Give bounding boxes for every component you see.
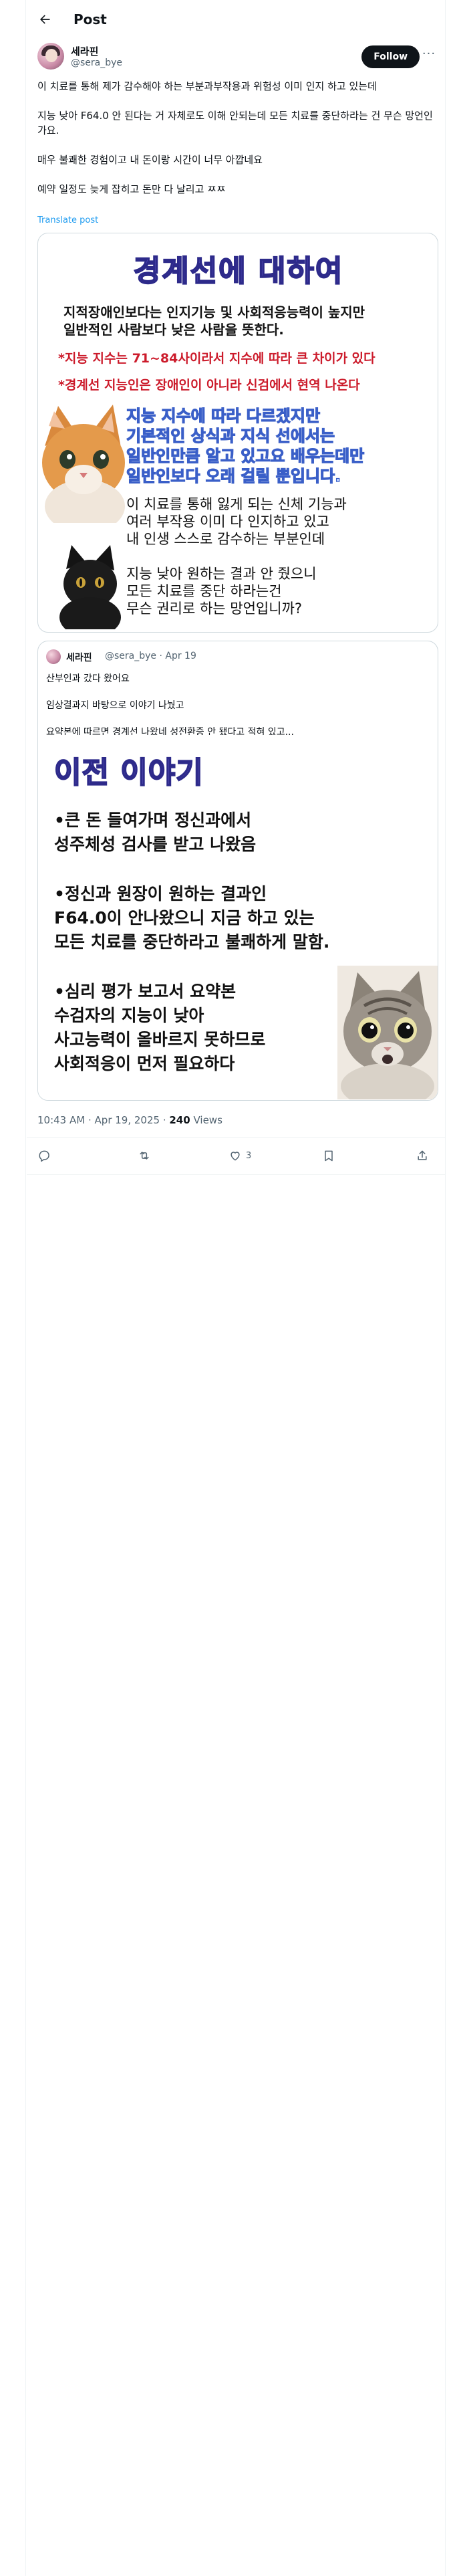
- divider: [27, 1137, 445, 1138]
- quoted-author-name: 세라핀: [66, 653, 92, 663]
- image-text-line: 지능 낮아 원하는 결과 안 줬으니: [126, 566, 317, 582]
- tweet-image[interactable]: 경계선에 대하여 지적장애인보다는 인지기능 및 사회적응능력이 높지만 일반적…: [37, 233, 438, 633]
- quoted-tweet[interactable]: 세라핀 @sera_bye · Apr 19 산부인과 갔다 왔어요 임상결과지…: [37, 641, 438, 1101]
- tweet-paragraph: 지능 낮아 F64.0 안 된다는 거 자체로도 이해 안되는데 모든 치료를 …: [37, 110, 433, 136]
- image-text-line: 모든 치료를 중단 하라는건: [126, 583, 282, 599]
- image-text-line: 여러 부작용 이미 다 인지하고 있고: [126, 514, 329, 530]
- bullet-line: 성주체성 검사를 받고 나왔음: [54, 835, 257, 854]
- avatar[interactable]: [37, 43, 64, 70]
- bookmark-button[interactable]: [322, 1142, 335, 1169]
- image-line: 일반적인 사람보다 낮은 사람을 뜻한다.: [63, 322, 284, 338]
- right-rail-border: [445, 0, 446, 2576]
- image-text-line: 무슨 권리로 하는 망언입니까?: [126, 601, 303, 617]
- repost-button[interactable]: [138, 1142, 151, 1169]
- view-count: 240: [169, 1114, 190, 1126]
- author-handle[interactable]: @sera_bye: [71, 58, 122, 68]
- quoted-paragraph: 산부인과 갔다 왔어요: [46, 673, 130, 684]
- left-rail-border: [25, 0, 26, 2576]
- image-line: 지적장애인보다는 인지기능 및 사회적응능력이 높지만: [63, 304, 365, 320]
- meta-separator: ·: [88, 1114, 95, 1126]
- follow-button[interactable]: Follow: [361, 45, 420, 68]
- bookmark-icon: [325, 1150, 333, 1162]
- bullet-line: •정신과 원장이 원하는 결과인: [54, 884, 267, 903]
- author-row: 세라핀 @sera_bye Follow ···: [37, 43, 438, 72]
- top-header: Post: [27, 0, 445, 39]
- back-arrow-icon: [40, 15, 50, 24]
- translate-link[interactable]: Translate post: [37, 215, 98, 225]
- image-outline-line: 일반인만큼 알고 있고요 배우는데만: [126, 446, 365, 465]
- quoted-author-meta: @sera_bye · Apr 19: [105, 651, 196, 661]
- post-meta: 10:43 AM · Apr 19, 2025 · 240 Views: [37, 1114, 222, 1126]
- reply-button[interactable]: [37, 1142, 51, 1169]
- quoted-paragraph: 임상결과지 바탕으로 이야기 나눴고: [46, 700, 184, 711]
- post-page: Post 세라핀 @sera_bye Follow ··· 이 치료를 통해 제…: [0, 0, 451, 2576]
- share-icon: [418, 1150, 427, 1160]
- author-name[interactable]: 세라핀: [71, 44, 98, 58]
- image-line-red: *지능 지수는 71~84사이라서 지수에 따라 큰 차이가 있다: [58, 351, 375, 366]
- like-button[interactable]: 3: [229, 1142, 251, 1169]
- image-outline-line: 기본적인 상식과 지식 선에서는: [126, 426, 335, 445]
- quoted-image-title: 이전 이야기: [53, 755, 204, 790]
- image-text-line: 내 인생 스스로 감수하는 부분인데: [126, 531, 325, 547]
- bullet-line: •큰 돈 들여가며 정신과에서: [54, 811, 252, 830]
- bullet-line: 모든 치료를 중단하라고 불쾌하게 말함.: [54, 932, 330, 952]
- tweet-paragraph: 예약 일정도 늦게 잡히고 돈만 다 날리고 ㅉㅉ: [37, 183, 226, 195]
- image-text-line: 이 치료를 통해 잃게 되는 신체 기능과: [126, 496, 347, 512]
- bullet-line: 사고능력이 올바르지 못하므로: [54, 1030, 266, 1049]
- bullet-line: •심리 평가 보고서 요약본: [54, 982, 237, 1001]
- quoted-image: 이전 이야기 •큰 돈 들여가며 정신과에서 성주체성 검사를 받고 나왔음 •…: [38, 735, 438, 1100]
- image-outline-line: 지능 지수에 따라 다르겠지만: [126, 406, 321, 425]
- tweet-paragraph: 매우 불쾌한 경험이고 내 돈이랑 시간이 너무 아깝네요: [37, 154, 263, 166]
- divider: [27, 1174, 445, 1175]
- like-count: 3: [246, 1150, 252, 1161]
- black-cat-icon: [59, 545, 121, 629]
- action-bar: 3: [37, 1142, 438, 1172]
- quoted-avatar: [46, 649, 61, 664]
- repost-icon: [140, 1152, 149, 1160]
- post-time[interactable]: 10:43 AM: [37, 1114, 85, 1126]
- quoted-author-handle: @sera_bye: [105, 651, 157, 661]
- quoted-date: Apr 19: [165, 651, 196, 661]
- more-icon[interactable]: ···: [421, 48, 437, 64]
- surprised-cat-icon: [337, 966, 438, 1099]
- tweet-text: 이 치료를 통해 제가 감수해야 하는 부분과부작용과 위험성 이미 인지 하고…: [37, 79, 438, 211]
- meta-separator: ·: [162, 1114, 170, 1126]
- bullet-line: F64.0이 안나왔으니 지금 하고 있는: [54, 908, 315, 928]
- share-button[interactable]: [416, 1142, 429, 1169]
- page-title: Post: [73, 11, 107, 27]
- bullet-line: 사회적응이 먼저 필요하다: [54, 1054, 235, 1073]
- image-line-red: *경계선 지능인은 장애인이 아니라 신검에서 현역 나온다: [58, 378, 360, 393]
- views-label: Views: [193, 1114, 222, 1126]
- reply-icon: [39, 1150, 49, 1162]
- like-icon: [231, 1152, 240, 1161]
- image-title: 경계선에 대하여: [133, 253, 344, 289]
- image-outline-line: 일반인보다 오래 걸릴 뿐입니다.: [126, 466, 341, 486]
- orange-cat-icon: [42, 405, 125, 523]
- post-date[interactable]: Apr 19, 2025: [95, 1114, 160, 1126]
- back-button[interactable]: [33, 8, 56, 31]
- bullet-line: 수검자의 지능이 낮아: [54, 1006, 204, 1025]
- tweet-paragraph: 이 치료를 통해 제가 감수해야 하는 부분과부작용과 위험성 이미 인지 하고…: [37, 80, 377, 92]
